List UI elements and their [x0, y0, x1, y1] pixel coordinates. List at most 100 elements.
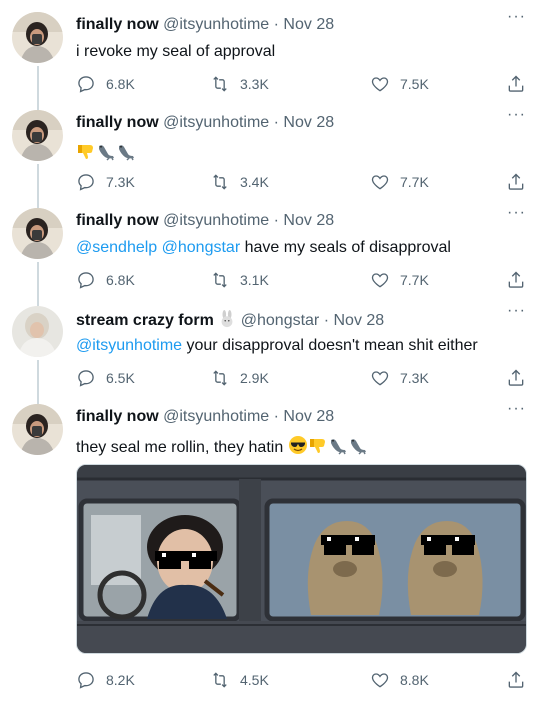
tweet-date[interactable]: Nov 28 — [283, 114, 334, 131]
tweet-date[interactable]: Nov 28 — [283, 16, 334, 33]
reply-icon — [76, 670, 96, 690]
display-name[interactable]: finally now — [76, 212, 159, 229]
reply-button[interactable]: 6.5K — [76, 368, 135, 388]
tweet-text — [76, 141, 136, 163]
like-count: 7.3K — [400, 370, 429, 386]
retweet-button[interactable]: 3.1K — [210, 270, 269, 290]
tweet-header: stream crazy form @hongstar · Nov 28 — [76, 310, 384, 330]
more-options-icon[interactable]: ··· — [507, 303, 526, 319]
tweet-date[interactable]: Nov 28 — [283, 212, 334, 229]
tweet-text-body: your disapproval doesn't mean shit eithe… — [182, 337, 478, 354]
like-button[interactable]: 7.7K — [370, 172, 429, 192]
reply-button[interactable]: 6.8K — [76, 270, 135, 290]
sunglasses-emoji — [288, 435, 308, 455]
reply-count: 7.3K — [106, 174, 135, 190]
retweet-icon — [210, 270, 230, 290]
display-name[interactable]: stream crazy form — [76, 312, 214, 329]
seal-emoji — [96, 141, 116, 161]
like-count: 7.5K — [400, 76, 429, 92]
like-button[interactable]: 7.7K — [370, 270, 429, 290]
tweet-date[interactable]: Nov 28 — [334, 312, 385, 329]
share-button[interactable] — [506, 368, 526, 391]
reply-count: 6.8K — [106, 76, 135, 92]
reply-count: 8.2K — [106, 672, 135, 688]
share-icon — [506, 368, 526, 388]
reply-button[interactable]: 6.8K — [76, 74, 135, 94]
tweet-text: @itsyunhotime your disapproval doesn't m… — [76, 337, 478, 355]
retweet-icon — [210, 172, 230, 192]
thread-line — [37, 262, 39, 306]
share-icon — [506, 670, 526, 690]
retweet-count: 4.5K — [240, 672, 269, 688]
share-button[interactable] — [506, 670, 526, 693]
retweet-button[interactable]: 4.5K — [210, 670, 269, 690]
retweet-button[interactable]: 3.3K — [210, 74, 269, 94]
tweet-text: @sendhelp @hongstar have my seals of dis… — [76, 239, 451, 257]
reply-count: 6.8K — [106, 272, 135, 288]
avatar[interactable] — [12, 306, 63, 357]
like-icon — [370, 74, 390, 94]
like-count: 7.7K — [400, 174, 429, 190]
display-name[interactable]: finally now — [76, 408, 159, 425]
thread-line — [37, 360, 39, 404]
like-icon — [370, 670, 390, 690]
retweet-count: 3.3K — [240, 76, 269, 92]
seal-emoji — [116, 141, 136, 161]
tweet-header: finally now @itsyunhotime · Nov 28 — [76, 16, 334, 34]
seal-emoji — [348, 435, 368, 455]
reply-icon — [76, 368, 96, 388]
share-icon — [506, 172, 526, 192]
share-button[interactable] — [506, 172, 526, 195]
reply-icon — [76, 172, 96, 192]
tweet-header: finally now @itsyunhotime · Nov 28 — [76, 212, 334, 230]
thread-line — [37, 66, 39, 110]
avatar[interactable] — [12, 208, 63, 259]
like-button[interactable]: 7.3K — [370, 368, 429, 388]
more-options-icon[interactable]: ··· — [507, 9, 526, 25]
mention-link[interactable]: @hongstar — [162, 239, 241, 256]
like-icon — [370, 368, 390, 388]
more-options-icon[interactable]: ··· — [507, 107, 526, 123]
mention-link[interactable]: @sendhelp — [76, 239, 157, 256]
like-button[interactable]: 8.8K — [370, 670, 429, 690]
display-name[interactable]: finally now — [76, 16, 159, 33]
tweet-actions: 7.3K 3.4K 7.7K — [76, 172, 526, 194]
separator-dot: · — [273, 212, 279, 229]
share-button[interactable] — [506, 270, 526, 293]
tweet-actions: 6.5K 2.9K 7.3K — [76, 368, 526, 390]
separator-dot: · — [273, 408, 279, 425]
display-name[interactable]: finally now — [76, 114, 159, 131]
avatar[interactable] — [12, 110, 63, 161]
avatar[interactable] — [12, 12, 63, 63]
tweet-actions: 6.8K 3.3K 7.5K — [76, 74, 526, 96]
like-button[interactable]: 7.5K — [370, 74, 429, 94]
more-options-icon[interactable]: ··· — [507, 205, 526, 221]
separator-dot: · — [273, 16, 279, 33]
mention-link[interactable]: @itsyunhotime — [76, 337, 182, 354]
separator-dot: · — [323, 312, 330, 329]
user-handle[interactable]: @itsyunhotime — [163, 16, 269, 33]
rabbit-emoji — [218, 310, 236, 328]
like-icon — [370, 172, 390, 192]
user-handle[interactable]: @hongstar — [241, 312, 320, 329]
reply-count: 6.5K — [106, 370, 135, 386]
reply-button[interactable]: 8.2K — [76, 670, 135, 690]
user-handle[interactable]: @itsyunhotime — [163, 114, 269, 131]
user-handle[interactable]: @itsyunhotime — [163, 212, 269, 229]
tweet-text: i revoke my seal of approval — [76, 43, 276, 60]
tweet-text: they seal me rollin, they hatin — [76, 435, 368, 457]
tweet-actions: 8.2K 4.5K 8.8K — [76, 670, 526, 692]
tweet-media-image[interactable] — [76, 464, 527, 654]
tweet-header: finally now @itsyunhotime · Nov 28 — [76, 114, 334, 132]
share-icon — [506, 270, 526, 290]
more-options-icon[interactable]: ··· — [507, 401, 526, 417]
user-handle[interactable]: @itsyunhotime — [163, 408, 269, 425]
retweet-count: 2.9K — [240, 370, 269, 386]
tweet-date[interactable]: Nov 28 — [283, 408, 334, 425]
share-button[interactable] — [506, 74, 526, 97]
retweet-button[interactable]: 3.4K — [210, 172, 269, 192]
retweet-button[interactable]: 2.9K — [210, 368, 269, 388]
avatar[interactable] — [12, 404, 63, 455]
reply-button[interactable]: 7.3K — [76, 172, 135, 192]
like-icon — [370, 270, 390, 290]
